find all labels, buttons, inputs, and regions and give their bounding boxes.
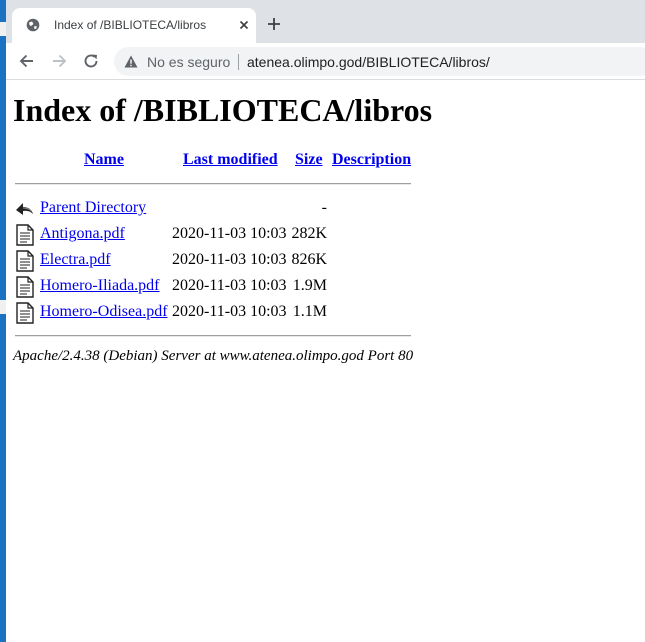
globe-icon (26, 18, 40, 32)
divider (15, 335, 411, 337)
document-icon (16, 276, 34, 298)
document-icon (16, 250, 34, 272)
page-content: Index of /BIBLIOTECA/libros Name Last mo… (6, 80, 645, 642)
file-modified: 2020-11-03 10:03 (172, 277, 287, 294)
reload-icon[interactable] (82, 52, 100, 70)
file-modified: 2020-11-03 10:03 (172, 225, 287, 242)
table-row: Homero-Iliada.pdf 2020-11-03 10:03 1.9M (6, 274, 645, 298)
server-signature: Apache/2.4.38 (Debian) Server at www.ate… (13, 348, 414, 364)
file-size: 1.9M (292, 277, 327, 294)
column-header-name[interactable]: Name (84, 151, 124, 169)
table-row: Antigona.pdf 2020-11-03 10:03 282K (6, 222, 645, 246)
file-modified: 2020-11-03 10:03 (172, 303, 287, 320)
back-icon[interactable] (18, 52, 36, 70)
warning-icon[interactable] (124, 55, 138, 68)
url-text[interactable]: atenea.olimpo.god/BIBLIOTECA/libros/ (247, 54, 490, 70)
document-icon (16, 224, 34, 246)
file-link[interactable]: Homero-Iliada.pdf (40, 277, 160, 295)
tab-active[interactable]: Index of /BIBLIOTECA/libros (12, 8, 256, 43)
browser-window: Index of /BIBLIOTECA/libros No es seguro… (6, 0, 645, 642)
table-row: Electra.pdf 2020-11-03 10:03 826K (6, 248, 645, 272)
column-header-last-modified[interactable]: Last modified (183, 151, 278, 169)
tab-title: Index of /BIBLIOTECA/libros (54, 18, 207, 32)
browser-toolbar: No es seguro atenea.olimpo.god/BIBLIOTEC… (6, 43, 645, 80)
table-row-parent: Parent Directory - (6, 196, 645, 220)
security-label[interactable]: No es seguro (147, 54, 230, 70)
file-size: 826K (291, 251, 327, 268)
file-size: 1.1M (292, 303, 327, 320)
file-size: 282K (291, 225, 327, 242)
forward-icon[interactable] (50, 52, 68, 70)
file-link[interactable]: Homero-Odisea.pdf (40, 303, 168, 321)
column-header-description[interactable]: Description (332, 151, 411, 169)
file-link[interactable]: Electra.pdf (40, 251, 111, 269)
file-link[interactable]: Antigona.pdf (40, 225, 125, 243)
new-tab-icon[interactable] (266, 16, 282, 32)
file-size: - (321, 199, 327, 216)
table-row: Homero-Odisea.pdf 2020-11-03 10:03 1.1M (6, 300, 645, 324)
close-icon[interactable] (236, 17, 252, 33)
divider (15, 183, 411, 185)
parent-directory-link[interactable]: Parent Directory (40, 199, 146, 217)
file-modified: 2020-11-03 10:03 (172, 251, 287, 268)
tab-strip: Index of /BIBLIOTECA/libros (6, 0, 645, 43)
address-separator (238, 54, 239, 70)
address-bar[interactable]: No es seguro atenea.olimpo.god/BIBLIOTEC… (114, 47, 645, 76)
page-title: Index of /BIBLIOTECA/libros (13, 92, 433, 128)
document-icon (16, 302, 34, 324)
back-arrow-icon (16, 203, 33, 215)
column-header-size[interactable]: Size (295, 151, 323, 169)
